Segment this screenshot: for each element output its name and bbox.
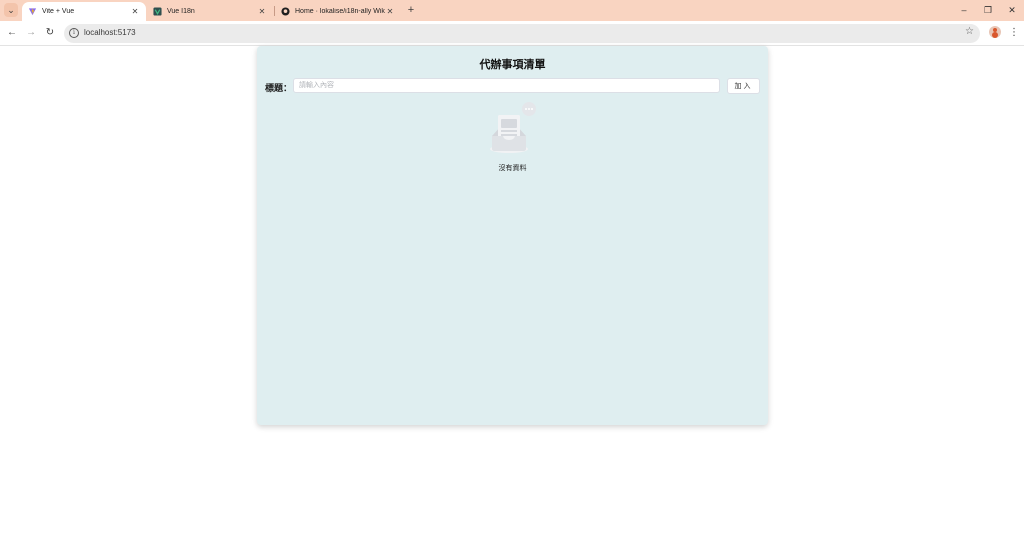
- close-window-button[interactable]: ✕: [1000, 3, 1024, 17]
- close-tab-icon[interactable]: ✕: [385, 7, 395, 16]
- empty-state-text: 沒有資料: [498, 165, 527, 172]
- tab-search-button[interactable]: ⌄: [4, 3, 18, 17]
- tab-title: Home · lokalise/i18n-ally Wiki: [295, 8, 385, 15]
- vite-icon: [28, 7, 37, 16]
- vue-i18n-icon: [153, 7, 162, 16]
- url-text: localhost:5173: [84, 28, 136, 37]
- add-button[interactable]: 加入: [727, 78, 760, 94]
- page-title: 代辦事項清單: [479, 59, 546, 71]
- tab-title: Vite + Vue: [42, 8, 75, 15]
- site-info-icon[interactable]: i: [69, 28, 79, 38]
- todo-card: 代辦事項清單 標題： 加入 沒有資料: [257, 46, 768, 425]
- minimize-button[interactable]: –: [952, 3, 976, 17]
- github-icon: [281, 7, 290, 16]
- browser-menu-icon[interactable]: ⋮: [1009, 25, 1019, 41]
- close-tab-icon[interactable]: ✕: [257, 7, 267, 16]
- profile-avatar-icon[interactable]: [989, 26, 1001, 38]
- address-bar[interactable]: i localhost:5173 ☆: [64, 24, 980, 43]
- empty-inbox-icon: [490, 102, 536, 153]
- tab-title: Vue I18n: [167, 8, 195, 15]
- title-input[interactable]: [293, 78, 720, 93]
- back-button[interactable]: ←: [4, 25, 20, 41]
- close-tab-icon[interactable]: ✕: [130, 7, 140, 16]
- new-tab-button[interactable]: +: [404, 3, 418, 17]
- title-label: 標題：: [265, 83, 293, 93]
- reload-button[interactable]: ↻: [42, 25, 58, 41]
- forward-button[interactable]: →: [23, 25, 39, 41]
- tab-github-wiki[interactable]: Home · lokalise/i18n-ally Wiki ✕: [275, 2, 401, 21]
- tab-strip: ⌄ Vite + Vue ✕ Vue I18n ✕ Home · lokalis…: [0, 0, 1024, 21]
- browser-toolbar: ← → ↻ i localhost:5173 ☆ ⋮: [0, 21, 1024, 46]
- bookmark-star-icon[interactable]: ☆: [965, 26, 974, 37]
- tab-vite-vue[interactable]: Vite + Vue ✕: [22, 2, 146, 21]
- tab-vue-i18n[interactable]: Vue I18n ✕: [147, 2, 273, 21]
- restore-button[interactable]: ❐: [976, 3, 1000, 17]
